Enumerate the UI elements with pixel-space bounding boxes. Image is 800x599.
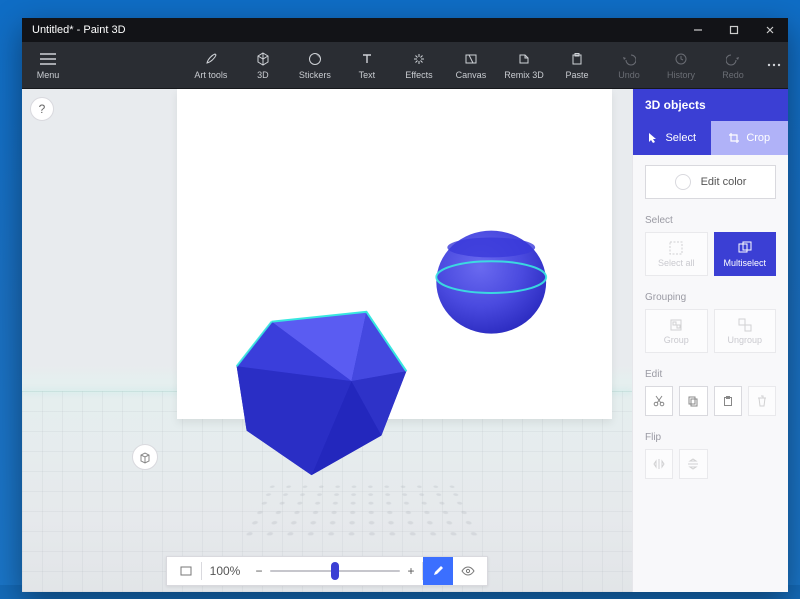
zoom-out-button[interactable]: − <box>248 564 270 578</box>
edit-color-button[interactable]: Edit color <box>645 165 776 199</box>
paste-icon <box>569 51 585 67</box>
section-edit-label: Edit <box>645 369 776 380</box>
help-icon: ? <box>39 102 46 116</box>
group-icon <box>669 318 683 332</box>
multiselect-button[interactable]: Multiselect <box>714 232 777 276</box>
zoom-value[interactable]: 100% <box>202 564 248 578</box>
text-icon <box>359 51 375 67</box>
cut-button[interactable] <box>645 386 673 416</box>
minimize-button[interactable] <box>680 18 716 42</box>
zoom-bar: 100% − + <box>166 556 488 586</box>
maximize-button[interactable] <box>716 18 752 42</box>
redo-icon <box>725 51 741 67</box>
paste-button-panel[interactable] <box>714 386 742 416</box>
sticker-icon <box>307 51 323 67</box>
stickers-tab[interactable]: Stickers <box>289 42 341 88</box>
canvas-icon <box>463 51 479 67</box>
ungroup-button[interactable]: Ungroup <box>714 309 777 353</box>
mode-3d-view-button[interactable] <box>453 557 483 585</box>
minimize-icon <box>693 25 703 35</box>
remix-icon <box>516 51 532 67</box>
crop-icon <box>728 132 740 144</box>
flip-v-icon <box>687 458 699 470</box>
side-panel: 3D objects Select Crop Edit color <box>632 89 788 592</box>
flip-h-icon <box>653 458 665 470</box>
flip-vertical-button[interactable] <box>679 449 707 479</box>
select-all-icon <box>669 241 683 255</box>
cursor-icon <box>647 132 659 144</box>
help-button[interactable]: ? <box>30 97 54 121</box>
text-tab[interactable]: Text <box>341 42 393 88</box>
group-button[interactable]: Group <box>645 309 708 353</box>
eye-icon <box>461 564 475 578</box>
menu-button[interactable]: Menu <box>22 42 74 88</box>
undo-button[interactable]: Undo <box>603 42 655 88</box>
multiselect-icon <box>738 241 752 255</box>
main-area: ? <box>22 89 788 592</box>
effects-tab[interactable]: Effects <box>393 42 445 88</box>
delete-button[interactable] <box>748 386 776 416</box>
zoom-slider[interactable] <box>270 557 400 585</box>
maximize-icon <box>729 25 739 35</box>
select-all-button[interactable]: Select all <box>645 232 708 276</box>
toolbar-more-button[interactable] <box>759 42 788 88</box>
side-panel-header: 3D objects <box>633 89 788 121</box>
menu-label: Menu <box>37 70 60 80</box>
window-title: Untitled* - Paint 3D <box>22 24 680 36</box>
history-button[interactable]: History <box>655 42 707 88</box>
canvas-area[interactable]: ? <box>22 89 632 592</box>
color-swatch-icon <box>675 174 691 190</box>
mode-2d-button[interactable] <box>423 557 453 585</box>
copy-icon <box>687 395 699 407</box>
fit-icon <box>179 564 193 578</box>
section-select-label: Select <box>645 215 776 226</box>
paste-panel-icon <box>722 395 734 407</box>
app-window: Untitled* - Paint 3D Menu Art tools <box>22 18 788 592</box>
title-bar: Untitled* - Paint 3D <box>22 18 788 42</box>
cube-icon <box>255 51 271 67</box>
zoom-in-button[interactable]: + <box>400 564 422 578</box>
three-d-tab[interactable]: 3D <box>237 42 289 88</box>
mode-select-button[interactable]: Select <box>633 121 711 155</box>
view-3d-icon <box>138 450 152 464</box>
hamburger-icon <box>40 51 56 67</box>
redo-button[interactable]: Redo <box>707 42 759 88</box>
close-icon <box>765 25 775 35</box>
section-grouping-label: Grouping <box>645 292 776 303</box>
remix-3d-tab[interactable]: Remix 3D <box>497 42 551 88</box>
three-d-view-button[interactable] <box>132 444 158 470</box>
mode-bar: Select Crop <box>633 121 788 155</box>
close-button[interactable] <box>752 18 788 42</box>
copy-button[interactable] <box>679 386 707 416</box>
zoom-fit-button[interactable] <box>171 557 201 585</box>
effects-icon <box>411 51 427 67</box>
undo-icon <box>621 51 637 67</box>
paste-button[interactable]: Paste <box>551 42 603 88</box>
brush-icon <box>203 51 219 67</box>
canvas-page[interactable] <box>177 89 612 419</box>
pencil-icon <box>432 565 444 577</box>
zoom-slider-thumb[interactable] <box>331 562 339 580</box>
ribbon-toolbar: Menu Art tools 3D Stickers Text <box>22 42 788 89</box>
history-icon <box>673 51 689 67</box>
art-tools-tab[interactable]: Art tools <box>185 42 237 88</box>
flip-horizontal-button[interactable] <box>645 449 673 479</box>
section-flip-label: Flip <box>645 432 776 443</box>
canvas-tab[interactable]: Canvas <box>445 42 497 88</box>
ungroup-icon <box>738 318 752 332</box>
cut-icon <box>653 395 665 407</box>
mode-crop-button[interactable]: Crop <box>711 121 789 155</box>
ellipsis-icon <box>767 63 781 67</box>
delete-icon <box>756 395 768 407</box>
